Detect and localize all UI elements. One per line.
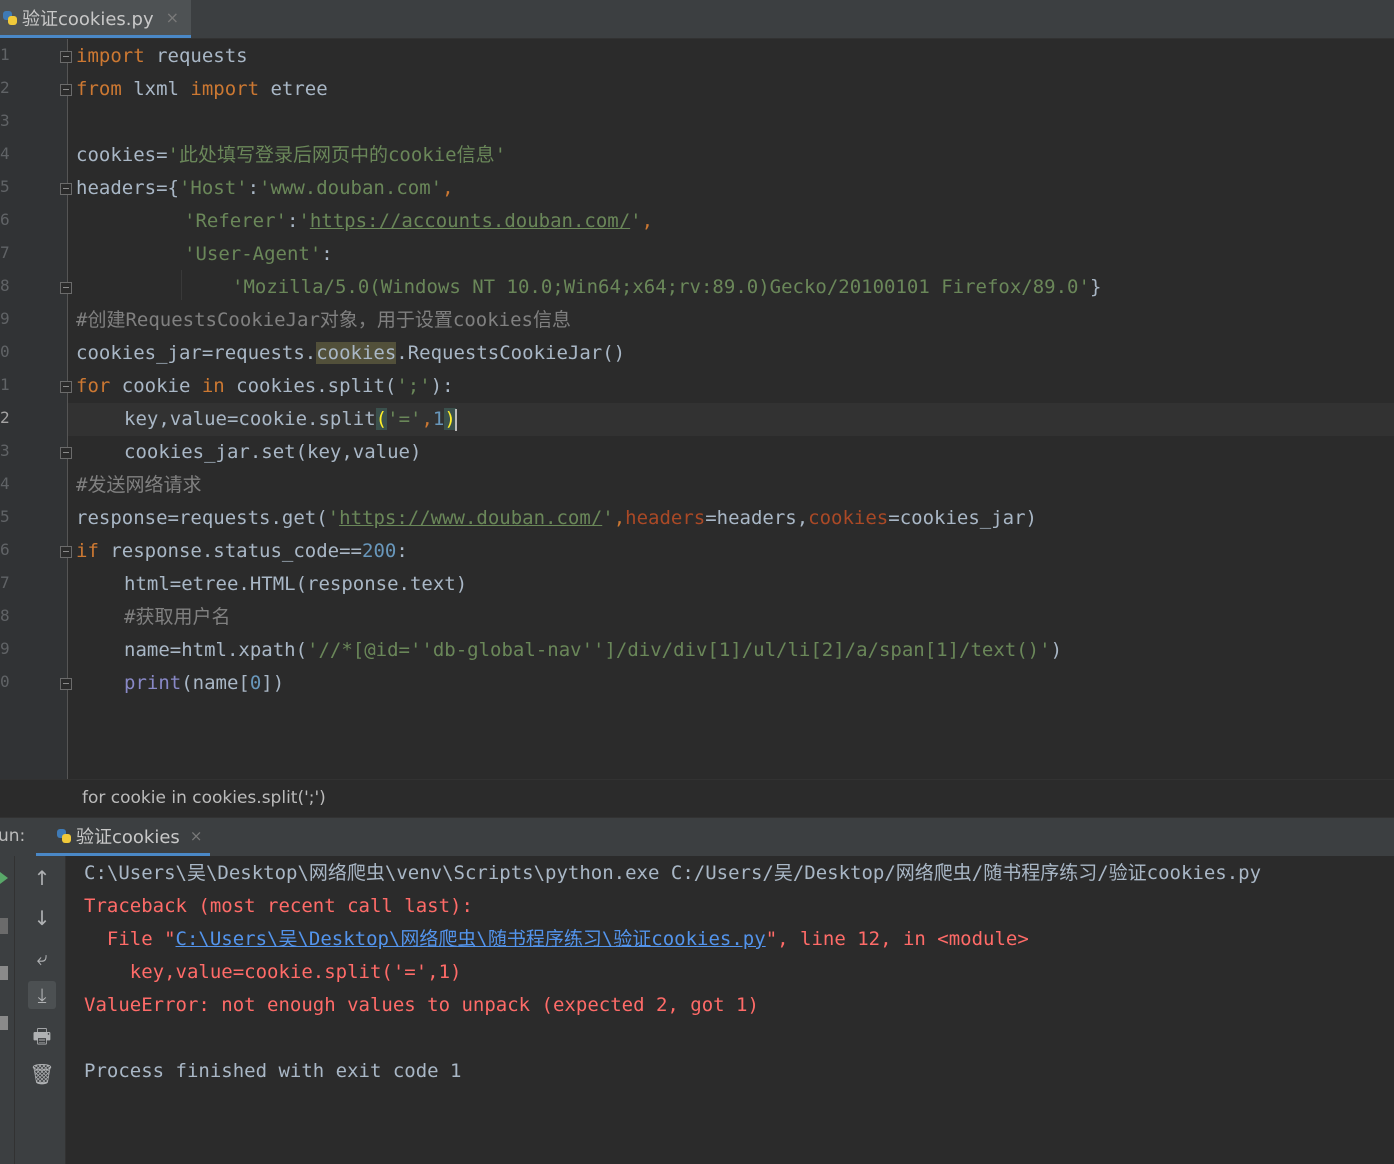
line-number: 0: [0, 672, 10, 691]
code-line-15: response=requests.get('https://www.douba…: [76, 507, 1037, 529]
console-exit-status: Process finished with exit code 1: [84, 1060, 462, 1082]
python-run-icon: [56, 828, 72, 844]
console-error-message: ValueError: not enough values to unpack …: [84, 994, 759, 1016]
scroll-to-end-icon[interactable]: ⤓: [28, 981, 56, 1009]
code-line-17: html=etree.HTML(response.text): [124, 573, 468, 595]
close-icon[interactable]: ×: [166, 8, 179, 27]
breadcrumb-text[interactable]: for cookie in cookies.split(';'): [82, 788, 326, 808]
code-line-5: headers={'Host':'www.douban.com',: [76, 177, 454, 199]
traceback-file-link[interactable]: C:\Users\吴\Desktop\网络爬虫\随书程序练习\验证cookies…: [176, 928, 766, 950]
code-line-19: name=html.xpath('//*[@id=''db-global-nav…: [124, 639, 1063, 661]
trash-icon[interactable]: 🗑: [28, 1060, 56, 1088]
editor-tab-bar: 验证cookies.py ×: [0, 0, 1394, 39]
line-number: 5: [0, 507, 10, 526]
fold-marker-icon[interactable]: [60, 84, 72, 96]
code-line-11: for cookie in cookies.split(';'):: [76, 375, 454, 397]
line-number: 8: [0, 606, 10, 625]
text-caret: [454, 408, 457, 431]
line-number: 1: [0, 375, 10, 394]
file-tab[interactable]: 验证cookies.py ×: [0, 0, 192, 38]
stop-icon[interactable]: [0, 918, 8, 934]
fold-marker-icon[interactable]: [60, 678, 72, 690]
run-side-toolbar: [0, 856, 15, 1164]
run-label: un:: [0, 826, 26, 846]
code-line-9-comment: #创建RequestsCookieJar对象，用于设置cookies信息: [76, 309, 571, 331]
line-number: 4: [0, 474, 10, 493]
line-number: 7: [0, 573, 10, 592]
breadcrumb[interactable]: for cookie in cookies.split(';'): [0, 779, 1394, 817]
console-command-line: C:\Users\吴\Desktop\网络爬虫\venv\Scripts\pyt…: [84, 862, 1262, 884]
fold-marker-icon[interactable]: [60, 381, 72, 393]
close-icon[interactable]: ×: [190, 827, 203, 845]
gutter: 1 2 3 4 5 6 7 8 9 0 1 2 3 4 5 6 7 8 9 0: [0, 39, 68, 779]
line-number: 6: [0, 210, 10, 229]
line-number: 9: [0, 639, 10, 658]
fold-marker-icon[interactable]: [60, 282, 72, 294]
code-line-13: cookies_jar.set(key,value): [124, 441, 422, 463]
console-output[interactable]: C:\Users\吴\Desktop\网络爬虫\venv\Scripts\pyt…: [66, 856, 1394, 1164]
layout-icon[interactable]: [0, 966, 8, 980]
fold-marker-icon[interactable]: [60, 546, 72, 558]
line-number: 0: [0, 342, 10, 361]
line-number: 8: [0, 276, 10, 295]
arrow-up-icon[interactable]: ↑: [28, 864, 56, 892]
line-number: 1: [0, 45, 10, 64]
fold-marker-icon[interactable]: [60, 183, 72, 195]
fold-marker-icon[interactable]: [60, 447, 72, 459]
line-number: 9: [0, 309, 10, 328]
fold-marker-icon[interactable]: [60, 51, 72, 63]
line-number: 5: [0, 177, 10, 196]
indent-guide: [181, 270, 182, 300]
file-tab-label: 验证cookies.py: [22, 8, 154, 30]
console-source-line: key,value=cookie.split('=',1): [84, 961, 462, 983]
code-line-12: key,value=cookie.split('=',1): [124, 408, 457, 431]
pin-icon[interactable]: [0, 1016, 8, 1030]
print-icon[interactable]: 🖶: [28, 1022, 56, 1050]
code-line-1: import requests: [76, 45, 248, 67]
code-line-4: cookies='此处填写登录后网页中的cookie信息': [76, 144, 507, 166]
line-number: 4: [0, 144, 10, 163]
run-toolbar: ↑ ↓ ⤶ ⤓ 🖶 🗑: [15, 856, 66, 1164]
line-number: 7: [0, 243, 10, 262]
run-config-tab[interactable]: 验证cookies ×: [36, 818, 210, 856]
code-line-14-comment: #发送网络请求: [76, 474, 202, 496]
code-editor[interactable]: 1 2 3 4 5 6 7 8 9 0 1 2 3 4 5 6 7 8 9 0 …: [0, 39, 1394, 779]
python-file-icon: [2, 10, 18, 26]
code-line-7: 'User-Agent':: [184, 243, 333, 265]
code-line-16: if response.status_code==200:: [76, 540, 408, 562]
console-traceback: Traceback (most recent call last):: [84, 895, 473, 917]
code-line-2: from lxml import etree: [76, 78, 328, 100]
code-line-6: 'Referer':'https://accounts.douban.com/'…: [184, 210, 654, 232]
line-number-current: 2: [0, 408, 10, 427]
code-line-10: cookies_jar=requests.cookies.RequestsCoo…: [76, 342, 626, 364]
line-number: 3: [0, 111, 10, 130]
code-line-8: 'Mozilla/5.0(Windows NT 10.0;Win64;x64;r…: [232, 276, 1102, 298]
console-file-line: File "C:\Users\吴\Desktop\网络爬虫\随书程序练习\验证c…: [84, 928, 1029, 950]
arrow-down-icon[interactable]: ↓: [28, 904, 56, 932]
soft-wrap-icon[interactable]: ⤶: [28, 944, 56, 972]
run-tab-label: 验证cookies: [76, 826, 180, 848]
rerun-icon[interactable]: [0, 872, 8, 884]
line-number: 3: [0, 441, 10, 460]
line-number: 6: [0, 540, 10, 559]
run-tool-header: un: 验证cookies ×: [0, 817, 1394, 856]
line-number: 2: [0, 78, 10, 97]
code-line-18-comment: #获取用户名: [124, 606, 231, 628]
code-line-20: print(name[0]): [124, 672, 285, 694]
